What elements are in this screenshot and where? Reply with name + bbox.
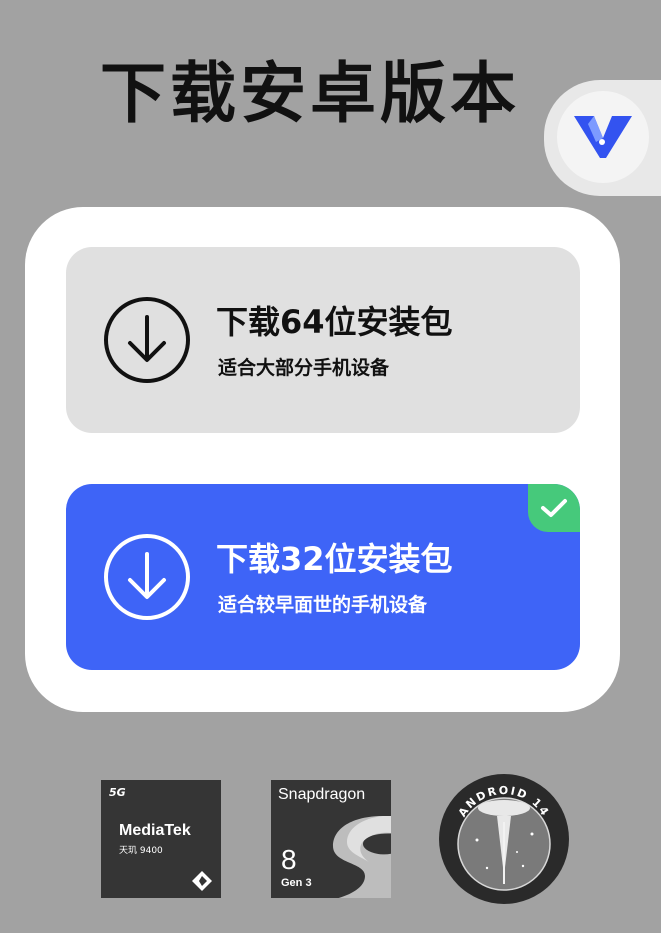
- download-32bit-option[interactable]: 下载32位安装包 适合较早面世的手机设备: [66, 484, 580, 670]
- chip-model: 天玑 9400: [119, 846, 163, 856]
- download-arrow-icon: [104, 534, 190, 620]
- snapdragon-s-logo-icon: [333, 816, 391, 898]
- v-logo-icon[interactable]: [557, 91, 649, 183]
- mediatek-chip-badge: 5G MediaTek 天玑 9400: [101, 780, 221, 898]
- chip-brand: Snapdragon: [278, 786, 366, 803]
- floating-app-tab[interactable]: [544, 80, 661, 196]
- snapdragon-chip-badge: Snapdragon 8 Gen 3: [271, 780, 391, 898]
- download-64bit-option[interactable]: 下载64位安装包 适合大部分手机设备: [66, 247, 580, 433]
- download-options-card: 下载64位安装包 适合大部分手机设备 下载32位安装包 适合较早面世的手机设备: [25, 207, 620, 712]
- selected-badge: [528, 484, 580, 532]
- mediatek-logo-icon: [192, 871, 212, 891]
- option-subtitle: 适合较早面世的手机设备: [218, 594, 428, 616]
- network-label: 5G: [109, 786, 126, 799]
- option-subtitle: 适合大部分手机设备: [218, 357, 390, 379]
- android-14-badge: ANDROID 14: [439, 774, 569, 904]
- chip-gen: Gen 3: [281, 877, 312, 889]
- chip-number: 8: [281, 844, 297, 875]
- check-icon: [541, 499, 567, 517]
- page-title: 下载安卓版本: [100, 55, 520, 132]
- option-title: 下载64位安装包: [216, 303, 453, 341]
- option-title: 下载32位安装包: [216, 540, 453, 578]
- chip-brand: MediaTek: [119, 822, 191, 839]
- download-arrow-icon: [104, 297, 190, 383]
